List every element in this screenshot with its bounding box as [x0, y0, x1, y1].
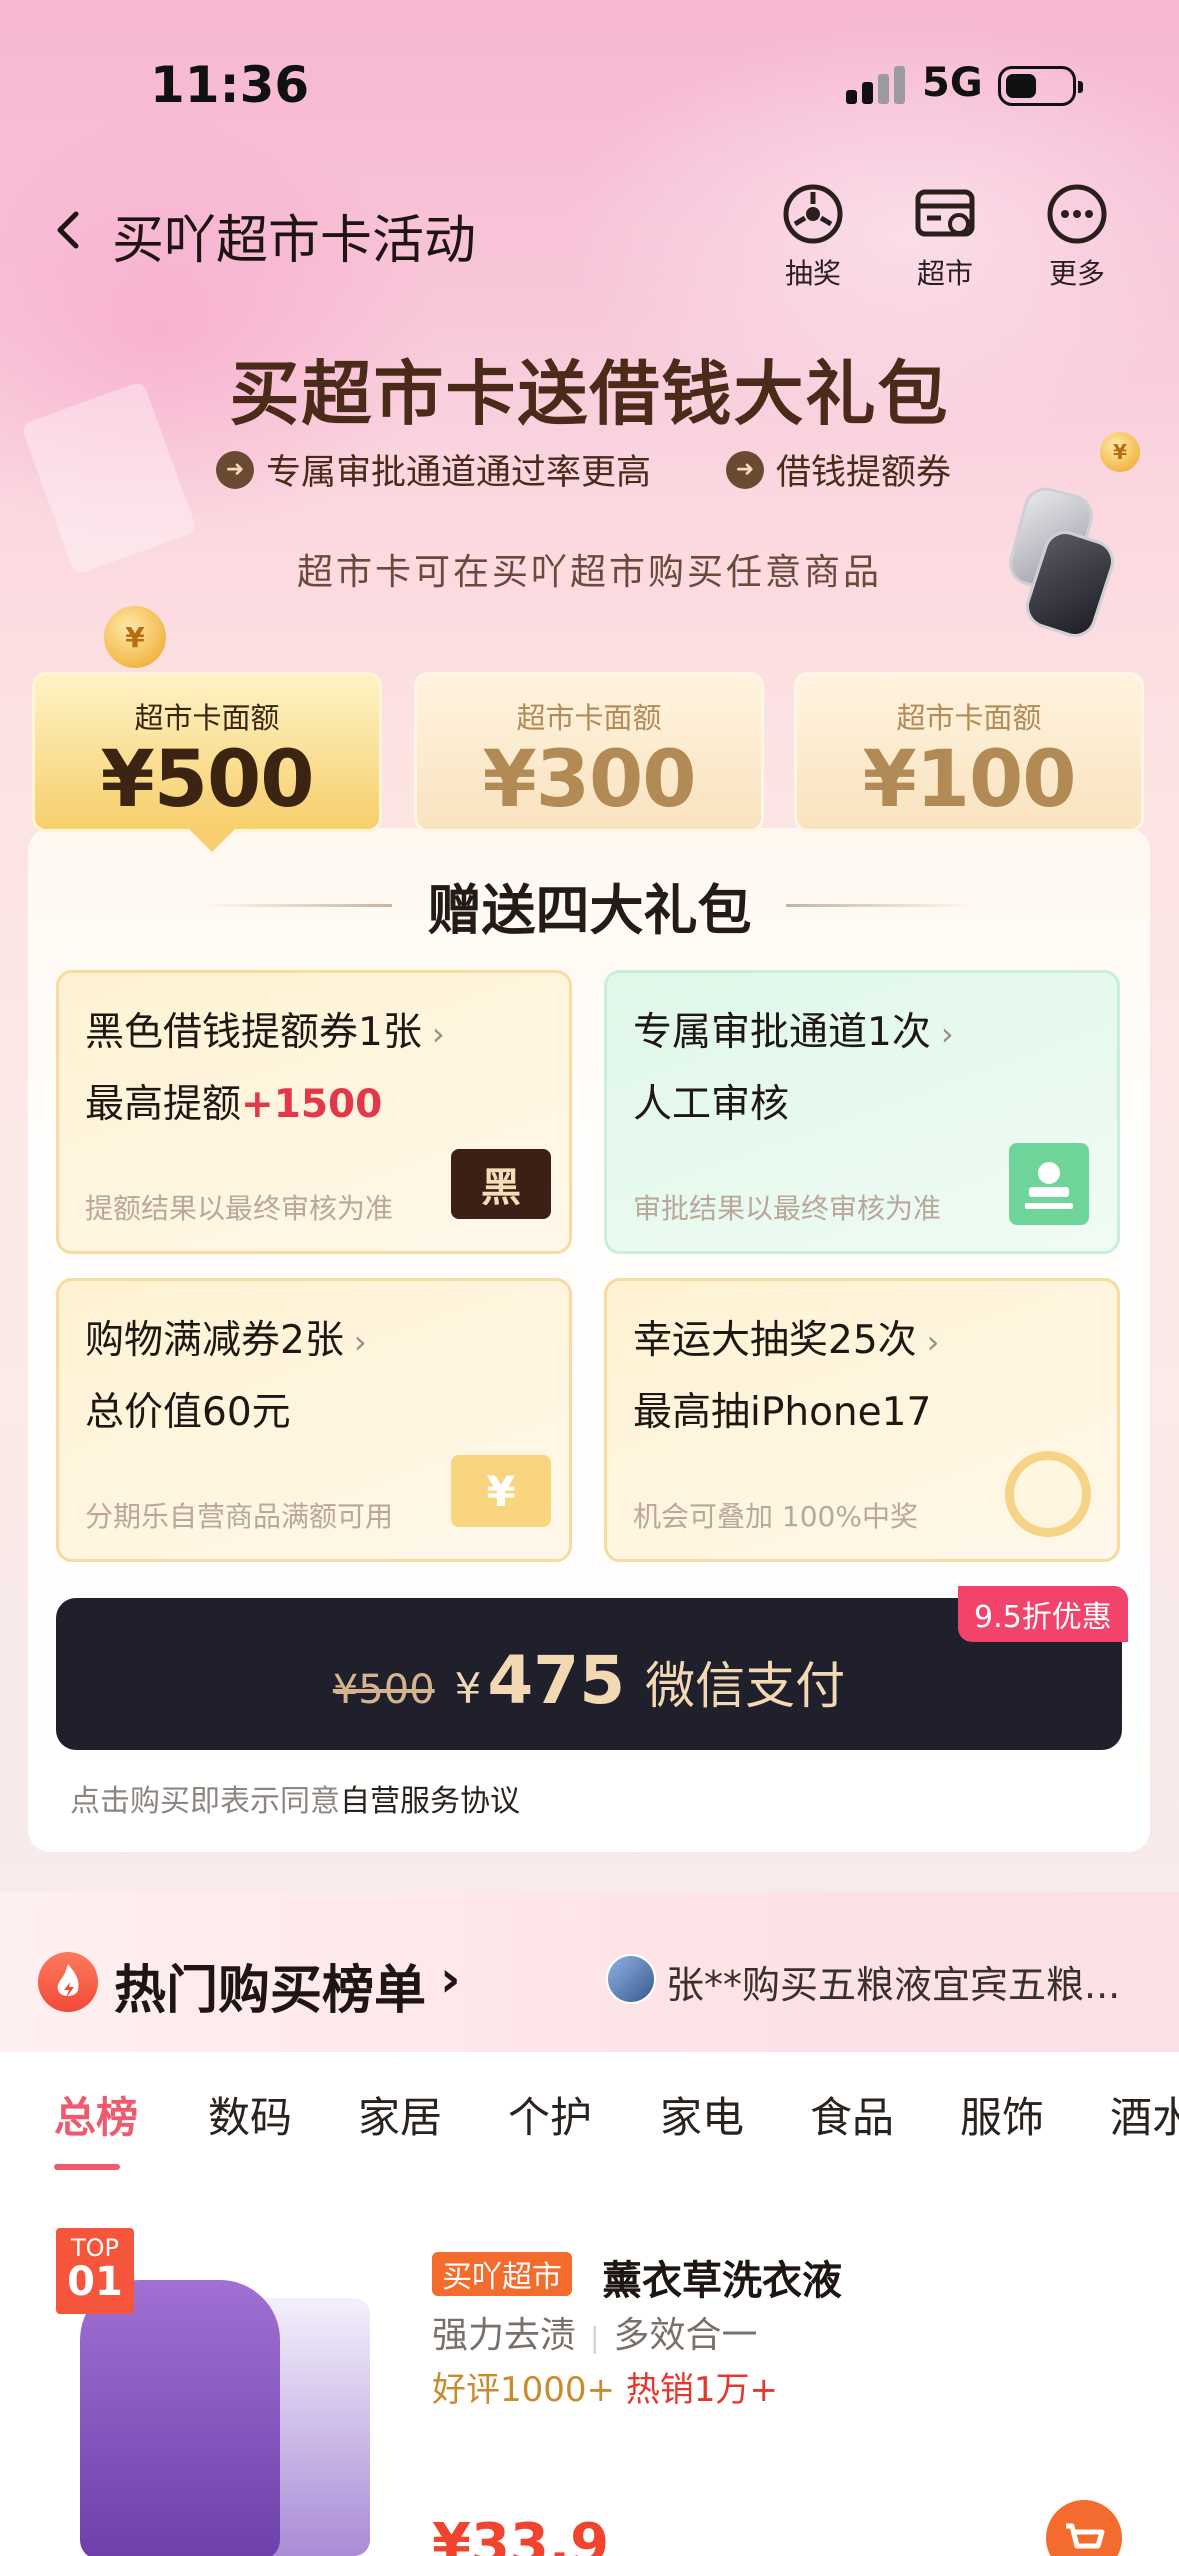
avatar — [606, 1954, 656, 2004]
rank-number: 01 — [67, 2259, 123, 2305]
nav-more-label: 更多 — [1048, 257, 1105, 290]
tab-apparel[interactable]: 服饰 — [960, 2084, 1044, 2145]
gift-note: 分期乐自营商品满额可用 — [85, 1500, 394, 1533]
gift-tile-credit-coupon[interactable]: 黑色借钱提额券1张 › 最高提额+1500 提额结果以最终审核为准 黑 — [56, 970, 572, 1254]
rank-label: TOP — [70, 2234, 120, 2262]
currency-symbol: ¥ — [454, 1664, 482, 1713]
tab-personal-care[interactable]: 个护 — [508, 2084, 592, 2145]
gift-title: 购物满减券2张 — [85, 1318, 344, 1363]
chevron-right-icon: › — [353, 1323, 367, 1361]
approval-stamp-icon — [1009, 1143, 1089, 1225]
nav-more-button[interactable]: 更多 — [1022, 182, 1132, 292]
gift-desc: 总价值60元 — [85, 1390, 291, 1435]
nav-lottery-button[interactable]: 抽奖 — [758, 182, 868, 292]
denom-value: ¥300 — [482, 735, 696, 825]
original-price: ¥500 — [332, 1667, 435, 1713]
gift-highlight: +1500 — [241, 1082, 383, 1127]
battery-icon — [998, 66, 1083, 106]
flame-icon — [38, 1952, 98, 2012]
denom-label: 超市卡面额 — [896, 701, 1042, 735]
supermarket-card-icon — [913, 182, 977, 246]
gift-title: 专属审批通道1次 — [633, 1010, 931, 1055]
chevron-right-icon: › — [431, 1015, 445, 1053]
denom-value: ¥500 — [100, 735, 314, 825]
product-sales: 热销1万+ — [625, 2370, 778, 2410]
service-agreement-link[interactable]: 自营服务协议 — [340, 1784, 520, 1819]
lottery-wheel-icon — [781, 182, 845, 246]
gift-note: 提额结果以最终审核为准 — [85, 1192, 394, 1225]
tab-liquor[interactable]: 酒水 — [1110, 2084, 1179, 2145]
denom-option-100[interactable]: 超市卡面额 ¥100 — [794, 672, 1144, 832]
pay-method: 微信支付 — [645, 1657, 846, 1715]
gift-note: 审批结果以最终审核为准 — [633, 1192, 942, 1225]
gift-desc: 人工审核 — [633, 1082, 790, 1127]
network-type: 5G — [922, 60, 983, 106]
more-icon — [1045, 182, 1109, 246]
bolt-icon: ➜ — [726, 450, 764, 489]
status-time: 11:36 — [150, 56, 310, 114]
gifts-title: 赠送四大礼包 — [427, 879, 752, 942]
product-price: ¥33.9 — [432, 2512, 610, 2556]
tab-home[interactable]: 家居 — [358, 2084, 442, 2145]
banner-subtitle: 超市卡可在买吖超市购买任意商品 — [296, 552, 882, 593]
discount-badge: 9.5折优惠 — [958, 1586, 1128, 1642]
black-ticket-icon: 黑 — [451, 1149, 551, 1219]
banner-feature-1: ➜ 专属审批通道通过率更高 — [216, 444, 651, 495]
chevron-right-icon: › — [940, 1015, 954, 1053]
product-desc-1: 强力去渍 — [432, 2315, 577, 2356]
lottery-wheel-icon — [1005, 1451, 1091, 1537]
add-to-cart-button[interactable] — [1046, 2500, 1122, 2556]
banner-feature-1-text: 专属审批通道通过率更高 — [266, 453, 652, 493]
tab-overall[interactable]: 总榜 — [54, 2084, 138, 2145]
gift-tile-shopping-coupon[interactable]: 购物满减券2张 › 总价值60元 分期乐自营商品满额可用 ¥ — [56, 1278, 572, 1562]
product-desc-2: 多效合一 — [613, 2315, 758, 2356]
bolt-icon: ➜ — [216, 450, 254, 489]
page-title: 买吖超市卡活动 — [112, 211, 477, 271]
gift-tile-lottery[interactable]: 幸运大抽奖25次 › 最高抽iPhone17 机会可叠加 100%中奖 — [604, 1278, 1120, 1562]
product-stats: 好评1000+ 热销1万+ — [432, 2362, 778, 2411]
cart-icon — [1066, 2523, 1105, 2549]
active-tab-indicator — [54, 2164, 120, 2170]
chevron-right-icon: › — [926, 1323, 940, 1361]
tab-food[interactable]: 食品 — [810, 2084, 894, 2145]
nav-supermarket-label: 超市 — [916, 257, 973, 290]
denom-label: 超市卡面额 — [134, 701, 280, 735]
hot-list-title[interactable]: 热门购买榜单 — [114, 1948, 426, 2023]
denom-option-500[interactable]: 超市卡面额 ¥500 — [32, 672, 382, 832]
back-button[interactable] — [44, 200, 96, 260]
gift-title: 黑色借钱提额券1张 — [85, 1010, 422, 1055]
banner-feature-2: ➜ 借钱提额券 — [726, 444, 951, 495]
nav-lottery-label: 抽奖 — [784, 257, 841, 290]
gift-note: 机会可叠加 100%中奖 — [633, 1500, 918, 1533]
agreement-prefix: 点击购买即表示同意 — [70, 1784, 340, 1819]
gift-tile-approval[interactable]: 专属审批通道1次 › 人工审核 审批结果以最终审核为准 — [604, 970, 1120, 1254]
purchase-ticker: 张**购买五粮液宜宾五粮... — [666, 1963, 1121, 2007]
tab-appliances[interactable]: 家电 — [660, 2084, 744, 2145]
gift-desc: 最高提额 — [85, 1082, 242, 1127]
chevron-right-icon[interactable]: › — [440, 1950, 461, 2008]
cellular-signal-icon — [846, 66, 906, 104]
gift-desc: 最高抽iPhone17 — [633, 1390, 932, 1435]
banner-feature-2-text: 借钱提额券 — [776, 453, 952, 493]
gift-title: 幸运大抽奖25次 — [633, 1318, 917, 1363]
divider — [786, 904, 976, 907]
coin-icon: ¥ — [104, 606, 166, 668]
nav-supermarket-button[interactable]: 超市 — [890, 182, 1000, 292]
agreement-text: 点击购买即表示同意自营服务协议 — [70, 1776, 520, 1820]
shop-tag: 买吖超市 — [432, 2252, 572, 2296]
selection-pointer — [186, 826, 238, 852]
product-desc: 强力去渍 | 多效合一 — [432, 2315, 758, 2356]
product-rating: 好评1000+ — [432, 2370, 616, 2410]
denom-label: 超市卡面额 — [516, 701, 662, 735]
yen-coupon-icon: ¥ — [451, 1455, 551, 1527]
denom-option-300[interactable]: 超市卡面额 ¥300 — [414, 672, 764, 832]
tab-digital[interactable]: 数码 — [208, 2084, 292, 2145]
chevron-left-icon — [57, 211, 79, 249]
product-image-bottle[interactable] — [80, 2280, 280, 2556]
denom-value: ¥100 — [862, 735, 1076, 825]
pay-price: 475 — [487, 1642, 626, 1719]
rank-badge: TOP 01 — [56, 2228, 134, 2314]
banner-title: 买超市卡送借钱大礼包 — [229, 353, 950, 435]
product-name[interactable]: 薰衣草洗衣液 — [602, 2248, 842, 2306]
